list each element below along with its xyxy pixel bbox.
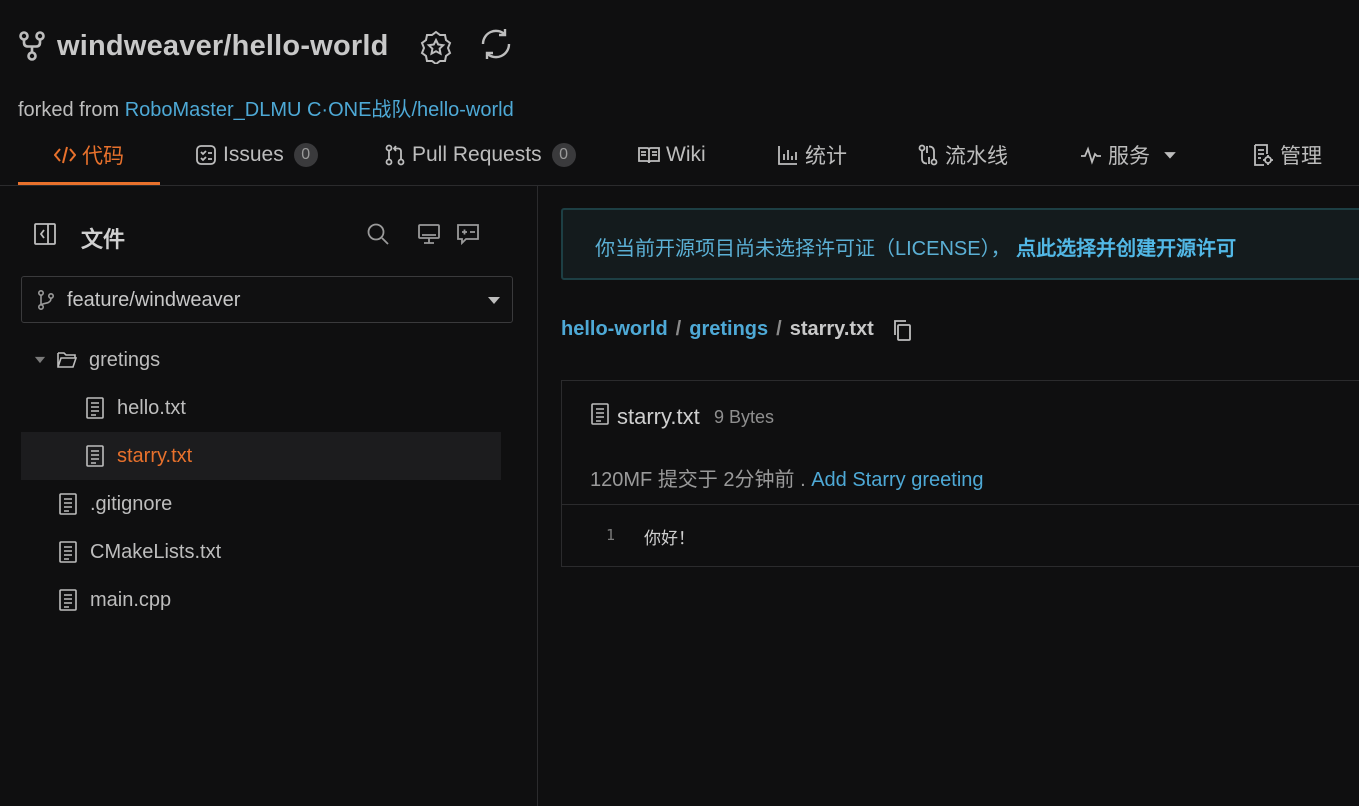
breadcrumb-separator: / [675, 318, 682, 340]
tree-item-label: main.cpp [90, 588, 172, 611]
license-notice-text: 你当前开源项目尚未选择许可证（LICENSE）， [595, 238, 1011, 260]
tab-label: 代码 [82, 145, 124, 168]
breadcrumb-current-file: starry.txt [789, 318, 874, 340]
breadcrumb-separator: / [776, 318, 782, 340]
search-icon[interactable] [366, 222, 390, 246]
breadcrumb-root-link[interactable]: hello-world [561, 318, 668, 341]
tab-label: 流水线 [945, 145, 1008, 168]
tree-item-label: hello.txt [117, 396, 186, 419]
tab-stats[interactable]: 统计 [777, 140, 847, 170]
issues-count-badge: 0 [293, 143, 318, 167]
caret-down-icon [34, 356, 46, 364]
last-commit-info: 120MF 提交于 2分钟前 . Add Starry greeting [590, 463, 984, 492]
breadcrumb-folder-link[interactable]: gretings [689, 318, 768, 341]
commit-message-link[interactable]: Add Starry greeting [811, 469, 983, 491]
tab-manage[interactable]: 管理 [1252, 140, 1322, 170]
file-size: 9 Bytes [714, 407, 775, 427]
repo-header: windweaver/hello-world forked from RoboM… [0, 0, 1359, 186]
tree-folder-gretings[interactable]: gretings [21, 336, 501, 384]
bar-chart-icon [778, 146, 797, 165]
code-icon [54, 146, 76, 164]
fork-icon [19, 31, 45, 61]
file-text-icon [591, 403, 609, 425]
tab-label: 服务 [1108, 145, 1150, 168]
tab-label: Wiki [666, 143, 706, 166]
tab-label: Pull Requests [412, 143, 542, 166]
tree-file-gitignore[interactable]: .gitignore [21, 480, 501, 528]
forked-from-org-link[interactable]: RoboMaster_DLMU C·ONE战队 [125, 99, 412, 121]
file-text-icon [86, 445, 104, 467]
book-icon [638, 147, 660, 164]
tab-services[interactable]: 服务 [1080, 140, 1178, 170]
tab-pull-requests[interactable]: Pull Requests 0 [384, 140, 576, 170]
commit-action: 提交于 [657, 469, 718, 491]
tab-label: Issues [223, 143, 284, 166]
line-number: 1 [606, 526, 616, 544]
pr-count-badge: 0 [551, 143, 576, 167]
folder-open-icon [57, 352, 77, 368]
branch-name: feature/windweaver [67, 289, 241, 311]
star-badge-icon[interactable] [420, 30, 452, 64]
tree-item-label: gretings [89, 348, 161, 371]
commit-author[interactable]: 120MF [590, 469, 652, 491]
forked-from: forked from RoboMaster_DLMU C·ONE战队/hell… [18, 93, 514, 122]
sidebar-collapse-icon[interactable] [33, 222, 57, 246]
tree-file-starry[interactable]: starry.txt [21, 432, 501, 480]
tree-file-hello[interactable]: hello.txt [21, 384, 501, 432]
branch-icon [38, 290, 55, 310]
tab-wiki[interactable]: Wiki [638, 140, 706, 170]
tab-label: 统计 [805, 145, 847, 168]
repo-title[interactable]: windweaver/hello-world [57, 30, 389, 63]
tree-file-cmakelists[interactable]: CMakeLists.txt [21, 528, 501, 576]
file-viewer: starry.txt 9 Bytes 120MF 提交于 2分钟前 . Add … [561, 380, 1359, 567]
file-text-icon [59, 589, 77, 611]
tree-item-label: CMakeLists.txt [90, 540, 222, 563]
license-banner: 你当前开源项目尚未选择许可证（LICENSE）， 点此选择并创建开源许可 [561, 208, 1359, 280]
sync-icon[interactable] [478, 26, 514, 62]
pull-request-icon [385, 144, 405, 166]
tab-label: 管理 [1280, 145, 1322, 168]
tree-item-label: starry.txt [117, 444, 193, 467]
forked-from-prefix: forked from [18, 99, 125, 121]
file-text-icon [86, 397, 104, 419]
file-text-icon [59, 493, 77, 515]
breadcrumb: hello-world / gretings / starry.txt [561, 318, 912, 341]
file-viewer-header: starry.txt 9 Bytes 120MF 提交于 2分钟前 . Add … [562, 381, 1359, 505]
create-license-link[interactable]: 点此选择并创建开源许可 [1016, 238, 1236, 260]
add-comment-icon[interactable] [456, 222, 480, 246]
code-line: 你好！ [644, 529, 695, 549]
caret-down-icon [1164, 152, 1176, 159]
tab-issues[interactable]: Issues 0 [195, 140, 318, 170]
file-name: starry.txt [617, 404, 700, 429]
commit-time: 2分钟前 [723, 469, 795, 491]
commit-separator: . [800, 469, 806, 491]
file-text-icon [59, 541, 77, 563]
pulse-icon [1081, 146, 1101, 165]
files-title: 文件 [81, 227, 126, 252]
tree-file-main-cpp[interactable]: main.cpp [21, 576, 501, 624]
main-content: 你当前开源项目尚未选择许可证（LICENSE）， 点此选择并创建开源许可 hel… [538, 186, 1359, 806]
tree-item-label: .gitignore [90, 492, 173, 515]
caret-down-icon [488, 297, 500, 304]
monitor-icon[interactable] [417, 222, 441, 246]
settings-doc-icon [1254, 144, 1273, 166]
copy-icon[interactable] [892, 319, 912, 341]
pipeline-icon [918, 144, 938, 166]
tab-pipeline[interactable]: 流水线 [917, 140, 1008, 170]
issues-icon [196, 145, 216, 165]
tab-code[interactable]: 代码 [54, 140, 124, 170]
branch-select[interactable]: feature/windweaver [21, 276, 513, 323]
license-notice: 你当前开源项目尚未选择许可证（LICENSE）， 点此选择并创建开源许可 [595, 232, 1236, 261]
forked-from-repo-link[interactable]: hello-world [417, 99, 514, 121]
file-sidebar: 文件 feature/windweaver gretings hello.txt… [0, 186, 538, 806]
